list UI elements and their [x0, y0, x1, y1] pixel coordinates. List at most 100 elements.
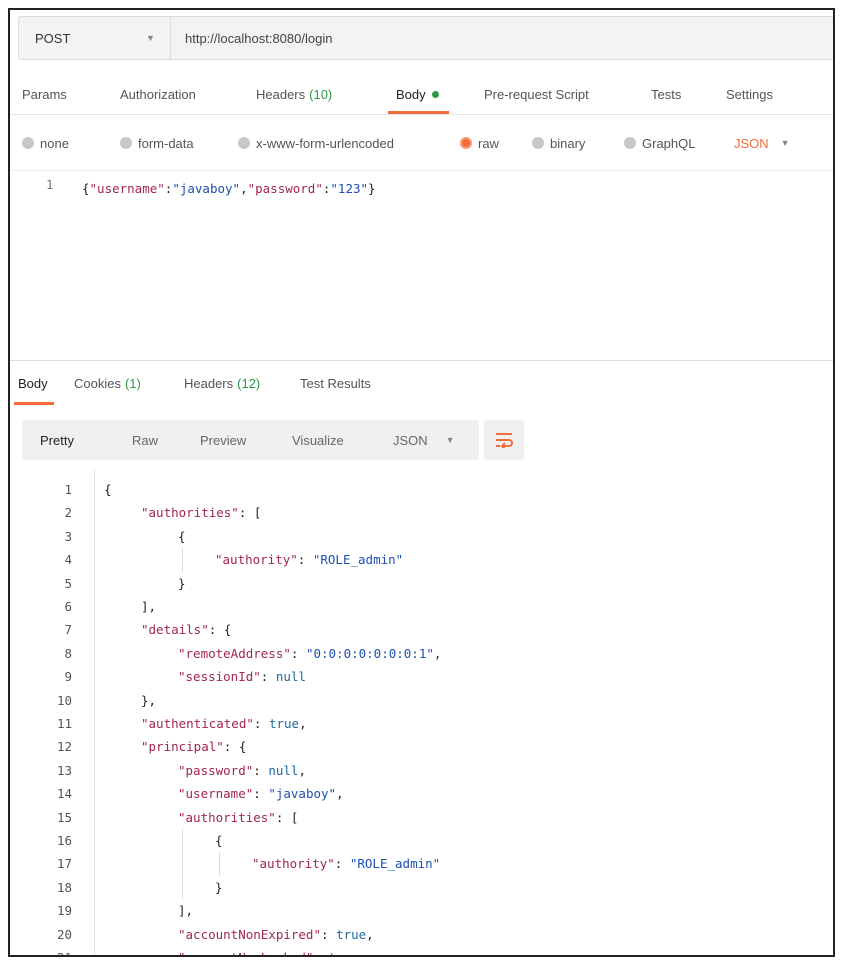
json-key: "accountNonExpired": [178, 926, 321, 942]
code-line: 10},: [10, 689, 833, 712]
method-label: POST: [35, 30, 71, 46]
tab-cookies[interactable]: Cookies (1): [74, 361, 141, 405]
radio-bullet-icon: [22, 137, 34, 149]
code-content: "authority": "ROLE_admin": [252, 852, 440, 875]
code-content: "accountNonExpired": true,: [178, 923, 374, 946]
code-line: 21 "accountNonLocked": true,: [10, 946, 833, 955]
line-number: 12: [56, 739, 72, 755]
json-punctuation: :: [313, 950, 328, 955]
json-punctuation: : [: [275, 809, 299, 825]
code-line: 20 "accountNonExpired": true,: [10, 923, 833, 946]
code-line: 1{: [10, 478, 833, 501]
radio-bullet-icon: [238, 137, 250, 149]
code-content: "principal": {: [141, 735, 246, 758]
format-label: JSON: [393, 432, 428, 448]
json-key: "authenticated": [141, 716, 254, 731]
tab-response-headers[interactable]: Headers (12): [184, 361, 260, 405]
code-content: "authority": "ROLE_admin": [215, 548, 403, 571]
code-line: 16 {: [10, 829, 833, 852]
code-line: 7 "details": {: [10, 618, 833, 641]
view-raw-button[interactable]: Raw: [132, 420, 158, 460]
code-line: 11 "authenticated": true,: [10, 712, 833, 735]
radio-label: none: [40, 135, 69, 151]
radio-label: GraphQL: [642, 135, 696, 151]
json-punctuation: }: [178, 575, 186, 591]
json-punctuation: ,: [298, 762, 306, 778]
radio-form-data[interactable]: form-data: [120, 128, 194, 158]
radio-x-www-form-urlencoded[interactable]: x-www-form-urlencoded: [238, 128, 394, 158]
code-line: 5}: [10, 572, 833, 595]
indent-guide: [182, 829, 183, 900]
code-line: 3{: [10, 525, 833, 548]
code-content: ],: [178, 899, 193, 922]
json-punctuation: ,: [359, 950, 367, 955]
view-preview-button[interactable]: Preview: [200, 420, 246, 460]
tab-response-body[interactable]: Body: [14, 361, 54, 405]
json-punctuation: ,: [366, 926, 374, 942]
code-content: }: [178, 572, 186, 595]
json-key: "password": [247, 181, 323, 196]
json-punctuation: {: [215, 833, 223, 848]
json-literal: true: [329, 950, 359, 955]
code-line: 6],: [10, 595, 833, 618]
tab-test-results[interactable]: Test Results: [300, 361, 371, 405]
json-literal: true: [336, 926, 367, 942]
request-tabs: Params Authorization Headers (10) Body Pr…: [10, 74, 833, 114]
json-punctuation: :: [253, 716, 269, 731]
json-string: "0:0:0:0:0:0:0:1": [305, 645, 434, 661]
radio-binary[interactable]: binary: [532, 128, 585, 158]
line-number: 1: [46, 177, 54, 192]
response-format-select[interactable]: JSON ▼: [379, 420, 479, 460]
code-content: ],: [141, 595, 156, 618]
code-content: {: [104, 478, 112, 501]
view-visualize-button[interactable]: Visualize: [292, 420, 344, 460]
postman-window: POST ▼ http://localhost:8080/login Param…: [8, 8, 835, 957]
code-line: 15 "authorities": [: [10, 806, 833, 829]
code-content: "details": {: [141, 618, 231, 641]
radio-raw[interactable]: raw: [460, 128, 499, 158]
response-view-toolbar: Pretty Raw Preview Visualize: [22, 420, 384, 460]
json-key: "authorities": [141, 505, 239, 521]
line-number: 14: [56, 786, 72, 802]
json-punctuation: : {: [208, 622, 232, 638]
line-number: 3: [64, 528, 72, 544]
code-content: },: [141, 689, 156, 712]
wrap-lines-button[interactable]: [484, 420, 524, 460]
json-key: "authority": [252, 856, 335, 872]
tab-body[interactable]: Body: [388, 74, 449, 114]
json-punctuation: :: [290, 645, 306, 661]
url-input[interactable]: http://localhost:8080/login: [171, 31, 332, 46]
json-punctuation: ,: [433, 645, 442, 661]
tab-pre-request-script[interactable]: Pre-request Script: [484, 74, 589, 114]
json-punctuation: : [: [238, 505, 262, 521]
json-literal: null: [268, 762, 299, 778]
radio-none[interactable]: none: [22, 128, 69, 158]
tab-tests[interactable]: Tests: [651, 74, 681, 114]
json-string: "123": [330, 181, 369, 196]
code-content: "authorities": [: [141, 501, 261, 524]
modified-dot-icon: [431, 90, 439, 98]
response-body-viewer[interactable]: 1{2 "authorities": [3{4 "authority": "ROLE…: [10, 470, 833, 955]
radio-bullet-icon: [532, 137, 544, 149]
chevron-down-icon: ▼: [146, 33, 155, 43]
tab-params[interactable]: Params: [22, 74, 67, 114]
radio-graphql[interactable]: GraphQL: [624, 128, 695, 158]
code-content: "sessionId": null: [178, 665, 306, 688]
json-key: "remoteAddress": [178, 645, 291, 661]
method-select[interactable]: POST ▼: [19, 17, 171, 59]
format-label: JSON: [734, 135, 769, 151]
json-punctuation: :: [334, 856, 350, 872]
body-format-select[interactable]: JSON ▼: [734, 128, 790, 158]
json-key: "authorities": [178, 809, 276, 825]
json-key: "details": [141, 622, 209, 638]
line-number: 20: [56, 926, 72, 942]
code-content: {: [215, 829, 223, 852]
tab-headers[interactable]: Headers (10): [256, 74, 332, 114]
line-number: 19: [56, 903, 72, 919]
request-body-editor[interactable]: 1 {"username":"javaboy","password":"123"…: [10, 170, 833, 360]
json-key: "principal": [141, 739, 224, 755]
tab-authorization[interactable]: Authorization: [120, 74, 196, 114]
view-pretty-button[interactable]: Pretty: [40, 420, 74, 460]
tab-label: Params: [22, 86, 67, 102]
tab-settings[interactable]: Settings: [726, 74, 773, 114]
